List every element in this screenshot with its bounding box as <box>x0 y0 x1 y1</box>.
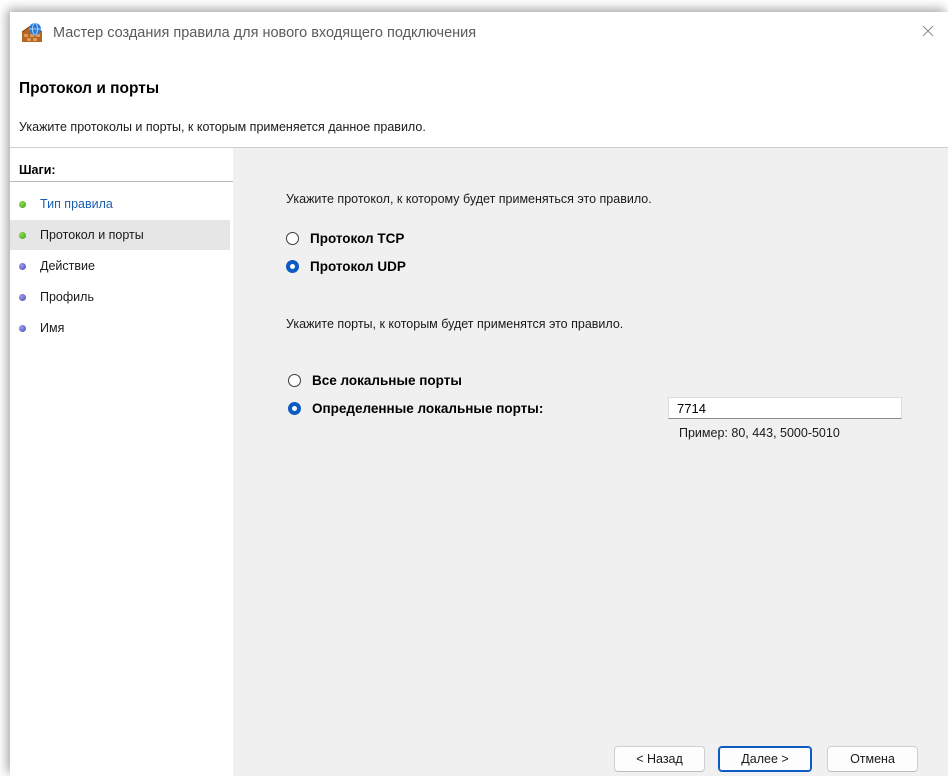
tcp-label: Протокол TCP <box>310 231 405 246</box>
radio-unchecked-icon <box>286 232 299 245</box>
window-title: Мастер создания правила для нового входя… <box>53 25 477 41</box>
back-button[interactable]: < Назад <box>614 746 705 772</box>
udp-label: Протокол UDP <box>310 259 406 274</box>
page-title: Протокол и порты <box>19 80 160 97</box>
wizard-window: Мастер создания правила для нового входя… <box>10 12 948 776</box>
local-ports-input[interactable] <box>668 397 902 419</box>
step-label: Действие <box>40 259 95 273</box>
step-rule-type[interactable]: Тип правила <box>10 189 230 219</box>
step-label: Профиль <box>40 290 94 304</box>
specific-ports-radio[interactable]: Определенные локальные порты: <box>288 401 543 416</box>
next-button[interactable]: Далее > <box>718 746 812 772</box>
step-action: Действие <box>10 251 230 281</box>
step-done-icon <box>19 231 26 239</box>
ports-example: Пример: 80, 443, 5000-5010 <box>679 426 840 440</box>
content-panel: Укажите протокол, к которому будет приме… <box>233 148 948 776</box>
steps-divider <box>10 181 233 182</box>
step-label: Имя <box>40 321 65 335</box>
step-protocol-ports[interactable]: Протокол и порты <box>10 220 230 250</box>
page-header: Протокол и порты Укажите протоколы и пор… <box>10 54 948 148</box>
step-profile: Профиль <box>10 282 230 312</box>
firewall-icon <box>20 22 44 44</box>
ports-prompt: Укажите порты, к которым будет применятс… <box>286 317 624 331</box>
title-bar[interactable]: Мастер создания правила для нового входя… <box>10 12 948 54</box>
step-label: Протокол и порты <box>40 228 144 242</box>
radio-checked-icon <box>286 260 299 273</box>
cancel-button[interactable]: Отмена <box>827 746 918 772</box>
step-name: Имя <box>10 313 230 343</box>
close-icon <box>922 24 934 42</box>
tcp-radio[interactable]: Протокол TCP <box>286 231 404 246</box>
specific-ports-label: Определенные локальные порты: <box>312 401 544 416</box>
protocol-prompt: Укажите протокол, к которому будет приме… <box>286 192 652 206</box>
radio-unchecked-icon <box>288 374 301 387</box>
step-pending-icon <box>19 262 26 270</box>
close-button[interactable] <box>908 12 948 54</box>
radio-checked-icon <box>288 402 301 415</box>
page-subtitle: Укажите протоколы и порты, к которым при… <box>19 120 426 134</box>
steps-panel: Шаги: Тип правила Протокол и порты Дейст… <box>10 148 233 776</box>
all-ports-radio[interactable]: Все локальные порты <box>288 373 462 388</box>
step-done-icon <box>19 200 26 208</box>
step-label: Тип правила <box>40 197 113 211</box>
step-pending-icon <box>19 324 26 332</box>
all-ports-label: Все локальные порты <box>312 373 462 388</box>
steps-title: Шаги: <box>19 163 56 177</box>
step-pending-icon <box>19 293 26 301</box>
udp-radio[interactable]: Протокол UDP <box>286 259 406 274</box>
